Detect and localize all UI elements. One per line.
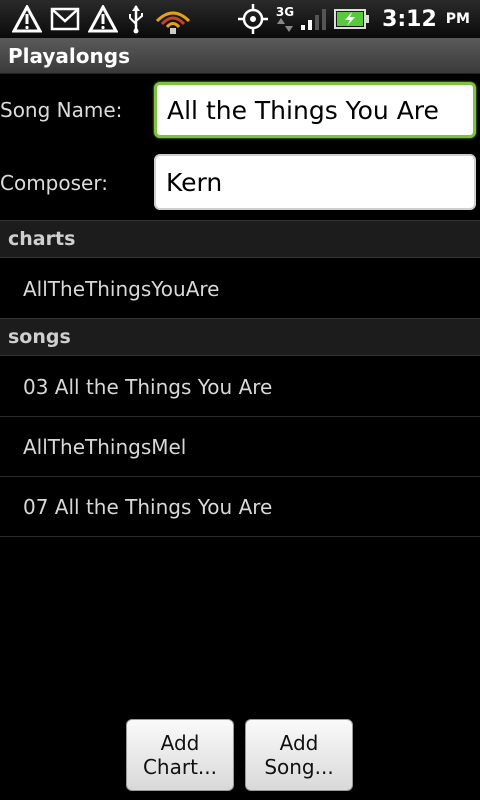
network-indicator: 3G	[276, 6, 294, 32]
add-song-button[interactable]: Add Song...	[245, 719, 353, 791]
data-arrows-icon	[276, 18, 293, 32]
add-chart-label-line2: Chart...	[142, 755, 218, 779]
gmail-icon	[50, 7, 80, 31]
chart-list-item[interactable]: AllTheThingsYouAre	[0, 259, 480, 319]
app-title: Playalongs	[8, 43, 130, 68]
song-list-item[interactable]: 07 All the Things You Are	[0, 477, 480, 537]
app-title-bar: Playalongs	[0, 38, 480, 74]
add-chart-label-line1: Add	[160, 731, 200, 755]
composer-label: Composer:	[0, 171, 108, 195]
song-list-item[interactable]: AllTheThingsMel	[0, 417, 480, 477]
song-name-label: Song Name:	[0, 98, 123, 122]
usb-icon	[129, 5, 143, 34]
songs-section-header: songs	[0, 318, 480, 356]
warning-icon	[88, 5, 118, 33]
status-bar: 3G 3:12 PM	[0, 0, 480, 38]
signal-icon	[301, 9, 327, 30]
wifi-hotspot-icon	[155, 11, 191, 34]
song-name-input[interactable]: All the Things You Are	[154, 82, 476, 138]
song-list-item[interactable]: 03 All the Things You Are	[0, 357, 480, 417]
add-chart-button[interactable]: Add Chart...	[126, 719, 234, 791]
network-type-label: 3G	[275, 5, 295, 19]
warning-icon	[12, 5, 42, 33]
add-song-label-line1: Add	[279, 731, 319, 755]
battery-charging-icon	[334, 9, 370, 29]
screen: 3G 3:12 PM Playalongs Song Name: All the…	[0, 0, 480, 800]
notification-icons	[0, 0, 192, 38]
add-song-label-line2: Song...	[264, 755, 334, 779]
system-icons: 3G 3:12 PM	[236, 0, 480, 38]
gps-icon	[237, 4, 268, 34]
composer-input[interactable]: Kern	[154, 154, 476, 210]
clock-ampm: PM	[445, 11, 470, 27]
charts-section-header: charts	[0, 220, 480, 258]
clock-time: 3:12	[382, 6, 437, 32]
